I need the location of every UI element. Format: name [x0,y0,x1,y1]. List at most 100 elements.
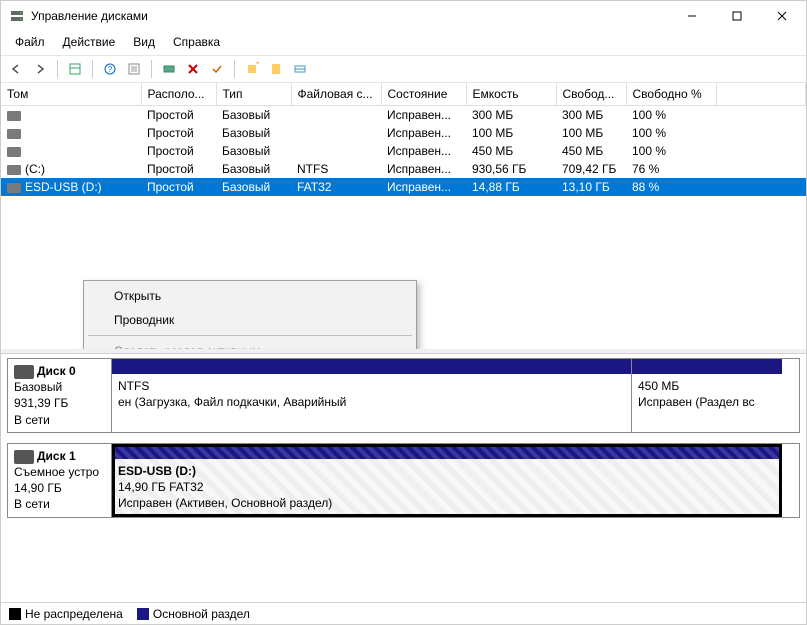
table-cell [716,178,806,196]
menu-file[interactable]: Файл [7,33,53,51]
volume-table[interactable]: Том Располо... Тип Файловая с... Состоян… [1,83,806,196]
table-cell: FAT32 [291,178,381,196]
menu-action[interactable]: Действие [55,33,124,51]
volume-table-container: Том Располо... Тип Файловая с... Состоян… [1,83,806,353]
menu-help[interactable]: Справка [165,33,228,51]
partition[interactable]: 450 МБИсправен (Раздел вс [632,359,782,432]
toolbar: ? * [1,55,806,83]
partition[interactable]: ESD-USB (D:)14,90 ГБ FAT32Исправен (Акти… [112,444,782,517]
context-menu-item[interactable]: Проводник [86,308,414,332]
table-cell: 88 % [626,178,716,196]
delete-button[interactable] [182,58,204,80]
partition-stripe [112,359,631,374]
table-cell: 100 % [626,124,716,142]
table-cell: Базовый [216,178,291,196]
toolbar-separator [92,60,93,78]
partition-title: ESD-USB (D:) [118,463,776,479]
table-cell: Простой [141,124,216,142]
table-cell [291,142,381,160]
toolbar-separator [151,60,152,78]
legend-primary: Основной раздел [153,607,250,621]
disk-name: Диск 1 [37,449,76,463]
refresh-button[interactable] [158,58,180,80]
minimize-button[interactable] [669,1,714,31]
svg-text:?: ? [108,65,113,74]
partition-info: 450 МБ [638,378,776,394]
table-cell [716,124,806,142]
table-cell: Исправен... [381,106,466,125]
table-row[interactable]: ПростойБазовыйИсправен...100 МБ100 МБ100… [1,124,806,142]
forward-button[interactable] [29,58,51,80]
partition-info: NTFS [118,378,625,394]
view-button[interactable] [289,58,311,80]
context-menu-item: Сделать раздел активным [86,339,414,353]
partition-status: Исправен (Раздел вс [638,394,776,410]
settings-button[interactable] [123,58,145,80]
table-cell: 13,10 ГБ [556,178,626,196]
table-cell [1,142,141,160]
table-cell: 709,42 ГБ [556,160,626,178]
help-button[interactable]: ? [99,58,121,80]
table-row[interactable]: (C:)ПростойБазовыйNTFSИсправен...930,56 … [1,160,806,178]
app-icon [9,8,25,24]
legend-swatch-unallocated [9,608,21,620]
col-status[interactable]: Состояние [381,83,466,106]
disk-label: Диск 0Базовый931,39 ГБВ сети [8,359,112,432]
table-cell: Исправен... [381,142,466,160]
toolbar-separator [234,60,235,78]
menu-view[interactable]: Вид [125,33,163,51]
partition-status: ен (Загрузка, Файл подкачки, Аварийный [118,394,625,410]
table-cell: 100 % [626,106,716,125]
disk-icon [14,450,34,464]
col-filesystem[interactable]: Файловая с... [291,83,381,106]
legend-unallocated: Не распределена [25,607,123,621]
back-button[interactable] [5,58,27,80]
col-type[interactable]: Тип [216,83,291,106]
context-menu-item[interactable]: Открыть [86,284,414,308]
partition[interactable]: NTFSен (Загрузка, Файл подкачки, Аварийн… [112,359,632,432]
col-capacity[interactable]: Емкость [466,83,556,106]
col-spacer [716,83,806,106]
properties-button[interactable] [265,58,287,80]
close-button[interactable] [759,1,804,31]
table-header-row: Том Располо... Тип Файловая с... Состоян… [1,83,806,106]
disk-panel: Диск 0Базовый931,39 ГБВ сетиNTFSен (Загр… [1,353,806,602]
table-cell: 300 МБ [466,106,556,125]
disk-icon [14,365,34,379]
table-cell: Простой [141,160,216,178]
col-free-pct[interactable]: Свободно % [626,83,716,106]
col-free[interactable]: Свобод... [556,83,626,106]
table-row[interactable]: ПростойБазовыйИсправен...300 МБ300 МБ100… [1,106,806,125]
volume-icon [7,129,21,139]
col-layout[interactable]: Располо... [141,83,216,106]
disk-status: В сети [14,412,105,428]
table-cell [716,106,806,125]
legend-swatch-primary [137,608,149,620]
table-cell [716,160,806,178]
check-button[interactable] [206,58,228,80]
table-cell [291,124,381,142]
disk-row: Диск 1Съемное устро14,90 ГБВ сетиESD-USB… [7,443,800,518]
legend: Не распределена Основной раздел [1,602,806,624]
table-cell: 14,88 ГБ [466,178,556,196]
maximize-button[interactable] [714,1,759,31]
table-cell: Базовый [216,160,291,178]
col-volume[interactable]: Том [1,83,141,106]
table-cell: 930,56 ГБ [466,160,556,178]
menubar: Файл Действие Вид Справка [1,31,806,55]
disk-type: Съемное устро [14,464,105,480]
table-cell: 100 МБ [466,124,556,142]
disk-size: 931,39 ГБ [14,395,105,411]
volume-icon [7,165,21,175]
table-row[interactable]: ESD-USB (D:)ПростойБазовыйFAT32Исправен.… [1,178,806,196]
table-cell [1,106,141,125]
table-cell: 450 МБ [556,142,626,160]
partition-stripe [632,359,782,374]
new-button[interactable]: * [241,58,263,80]
table-row[interactable]: ПростойБазовыйИсправен...450 МБ450 МБ100… [1,142,806,160]
volume-icon [7,111,21,121]
disk-row: Диск 0Базовый931,39 ГБВ сетиNTFSен (Загр… [7,358,800,433]
show-hide-button[interactable] [64,58,86,80]
table-cell: Исправен... [381,178,466,196]
table-cell: Исправен... [381,124,466,142]
